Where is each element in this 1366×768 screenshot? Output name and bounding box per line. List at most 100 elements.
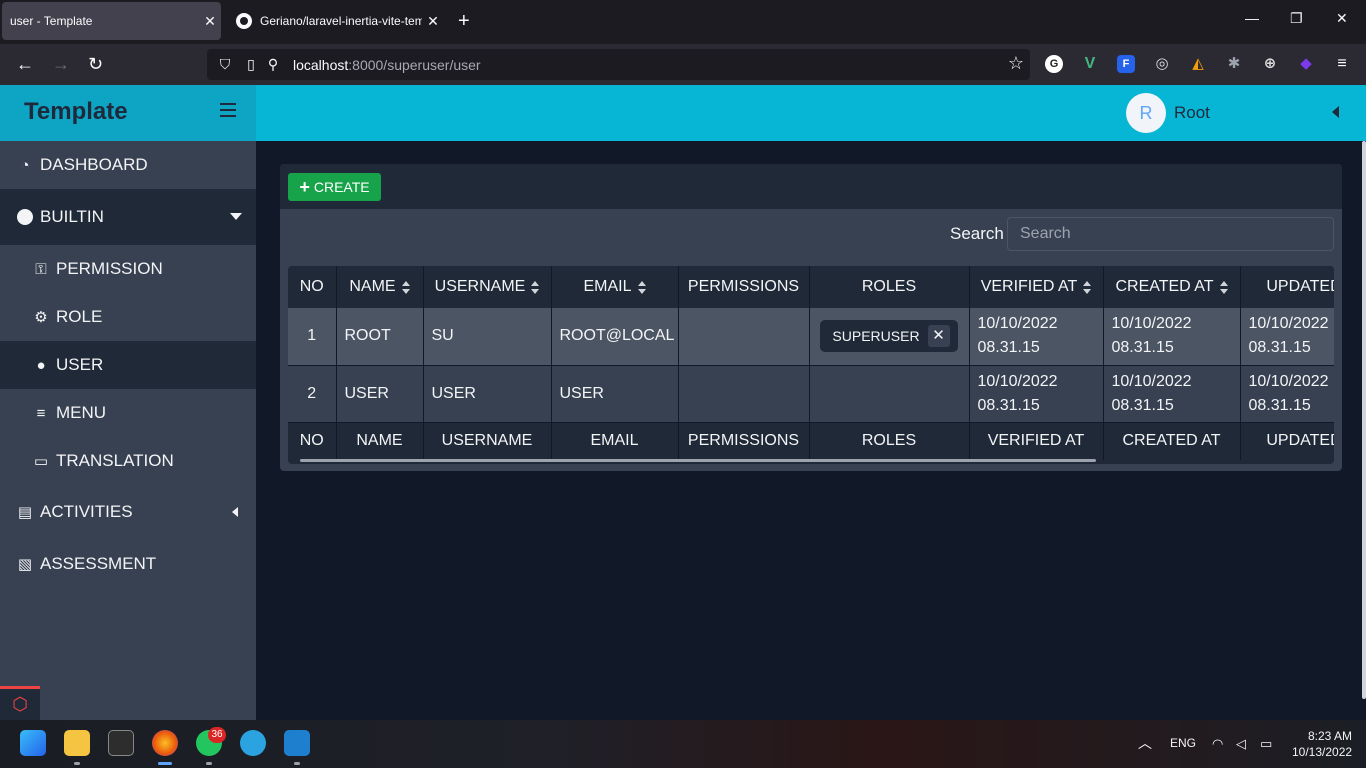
column-header-updated-at[interactable]: UPDATED [1240,266,1334,308]
sidebar-item-dashboard[interactable]: ◔ DASHBOARD [0,141,256,189]
sidebar-item-user[interactable]: ● USER [0,341,256,389]
windows-taskbar [0,720,1366,768]
users-table: NO NAME USERNAME EMAIL PERMISSIONS ROLES… [288,266,1334,460]
wappalyzer-extension-icon[interactable]: ◭ [1189,55,1207,73]
users-table-container: NO NAME USERNAME EMAIL PERMISSIONS ROLES… [288,266,1334,464]
tray-chevron-up-icon[interactable]: ︿ [1138,733,1152,753]
wifi-icon[interactable]: ◠ [1212,736,1223,752]
sidebar-item-label: ROLE [56,307,103,326]
cell-roles [809,365,970,423]
sidebar-item-label: BUILTIN [40,207,104,226]
bookmark-star-icon[interactable]: ☆ [1008,53,1024,74]
page-scrollbar-thumb[interactable] [1362,141,1366,699]
telegram-icon[interactable] [240,730,266,756]
laravel-debugbar-icon[interactable]: ⬡ [0,686,40,720]
url-text[interactable]: localhost:8000/superuser/user [293,57,481,73]
sidebar-toggle-icon[interactable] [220,103,236,117]
sort-icon [637,280,646,294]
footer-name: NAME [336,422,424,460]
tab-title: Geriano/laravel-inertia-vite-tem [260,14,422,28]
tab-github[interactable]: Geriano/laravel-inertia-vite-tem ✕ [228,2,444,40]
cell-roles: SUPERUSER ✕ [809,308,970,366]
windows-start-icon[interactable] [20,730,46,756]
app-menu-icon[interactable]: ≡ [1333,55,1351,73]
sidebar-item-permission[interactable]: ⚿ PERMISSION [0,245,256,293]
table-row[interactable]: 1 ROOT SU ROOT@LOCAL SUPERUSER ✕ 10/10/2… [288,308,1334,366]
close-tab-icon[interactable]: ✕ [199,13,221,30]
sidebar-item-menu[interactable]: ≡ MENU [0,389,256,437]
back-icon[interactable]: ← [16,53,34,75]
grammarly-extension-icon[interactable]: G [1045,55,1063,73]
clock-date: 10/13/2022 [1292,745,1353,759]
table-footer-row: NO NAME USERNAME EMAIL PERMISSIONS ROLES… [288,422,1334,460]
footer-created-at: CREATED AT [1103,422,1241,460]
taskbar-clock[interactable]: 8:23 AM 10/13/2022 [1292,728,1352,760]
create-button[interactable]: + CREATE [288,173,381,201]
volume-icon[interactable]: ◁ [1236,736,1246,752]
page-icon: ▯ [247,56,255,72]
search-input[interactable] [1007,217,1334,251]
column-header-username[interactable]: USERNAME [423,266,552,308]
terminal-icon[interactable] [108,730,134,756]
fi-extension-icon[interactable]: F [1117,55,1135,73]
forward-icon[interactable]: → [52,53,70,75]
close-tab-icon[interactable]: ✕ [422,13,444,30]
sidebar-item-activities[interactable]: ▤ ACTIVITIES [0,488,256,536]
menu-icon: ≡ [36,404,46,422]
globe-extension-icon[interactable]: ⊕ [1261,55,1279,73]
sidebar-item-label: USER [56,355,104,374]
column-header-verified-at[interactable]: VERIFIED AT [969,266,1104,308]
column-header-created-at[interactable]: CREATED AT [1103,266,1241,308]
sort-icon [401,280,410,294]
cell-username: SU [423,308,552,366]
column-header-email[interactable]: EMAIL [551,266,679,308]
sidebar-item-translation[interactable]: ▭ TRANSLATION [0,437,256,485]
new-tab-icon[interactable]: + [458,10,470,32]
cell-permissions [678,308,810,366]
footer-updated-at: UPDATED [1240,422,1334,460]
minimize-icon[interactable]: — [1245,10,1259,26]
caret-left-icon[interactable] [1332,106,1339,118]
user-name[interactable]: Root [1174,103,1210,123]
sort-icon [1083,280,1092,294]
footer-no: NO [288,422,337,460]
file-clock-icon: ▧ [17,556,33,573]
file-explorer-icon[interactable] [64,730,90,756]
sidebar-item-label: DASHBOARD [40,155,148,174]
avatar[interactable]: R [1126,93,1166,133]
cookie-extension-icon[interactable]: ◎ [1153,55,1171,73]
cell-verified-at: 10/10/2022 08.31.15 [969,365,1104,423]
dashboard-icon: ◔ [20,156,30,174]
permissions-icon[interactable]: ⚲ [265,56,281,73]
vscode-icon[interactable] [284,730,310,756]
extension-icon[interactable]: ◆ [1297,55,1315,73]
sidebar-item-role[interactable]: ⚙ ROLE [0,293,256,341]
address-bar[interactable]: ⛉ ▯ ⚲ localhost:8000/superuser/user ☆ [207,49,1030,80]
chevron-down-icon [230,213,242,220]
sidebar-item-builtin[interactable]: BUILTIN [0,189,256,245]
vue-extension-icon[interactable]: V [1081,55,1099,73]
cell-updated-at: 10/10/2022 08.31.15 [1240,365,1334,423]
table-horizontal-scrollbar[interactable] [300,459,1096,462]
firefox-icon[interactable] [152,730,178,756]
language-indicator[interactable]: ENG [1170,736,1196,750]
reload-icon[interactable]: ↻ [88,53,103,75]
tab-user-template[interactable]: user - Template ✕ [2,2,221,40]
column-header-permissions: PERMISSIONS [678,266,810,308]
sidebar-item-assessment[interactable]: ▧ ASSESSMENT [0,540,256,588]
table-row[interactable]: 2 USER USER USER 10/10/2022 08.31.15 10/1… [288,365,1334,423]
footer-email: EMAIL [551,422,679,460]
bug-extension-icon[interactable]: ✱ [1225,55,1243,73]
browser-tab-strip: user - Template ✕ Geriano/laravel-inerti… [0,0,1366,44]
battery-icon[interactable]: ▭ [1260,736,1272,752]
close-window-icon[interactable]: ✕ [1336,10,1348,27]
brand[interactable]: Template [0,85,256,141]
remove-role-icon[interactable]: ✕ [927,325,950,348]
column-header-name[interactable]: NAME [336,266,424,308]
translation-icon: ▭ [33,453,49,470]
restore-icon[interactable]: ❐ [1290,10,1303,27]
cell-no: 1 [288,308,337,366]
user-gear-icon: ⚙ [34,309,48,326]
shield-icon[interactable]: ⛉ [217,56,233,73]
clock-time: 8:23 AM [1307,729,1352,743]
